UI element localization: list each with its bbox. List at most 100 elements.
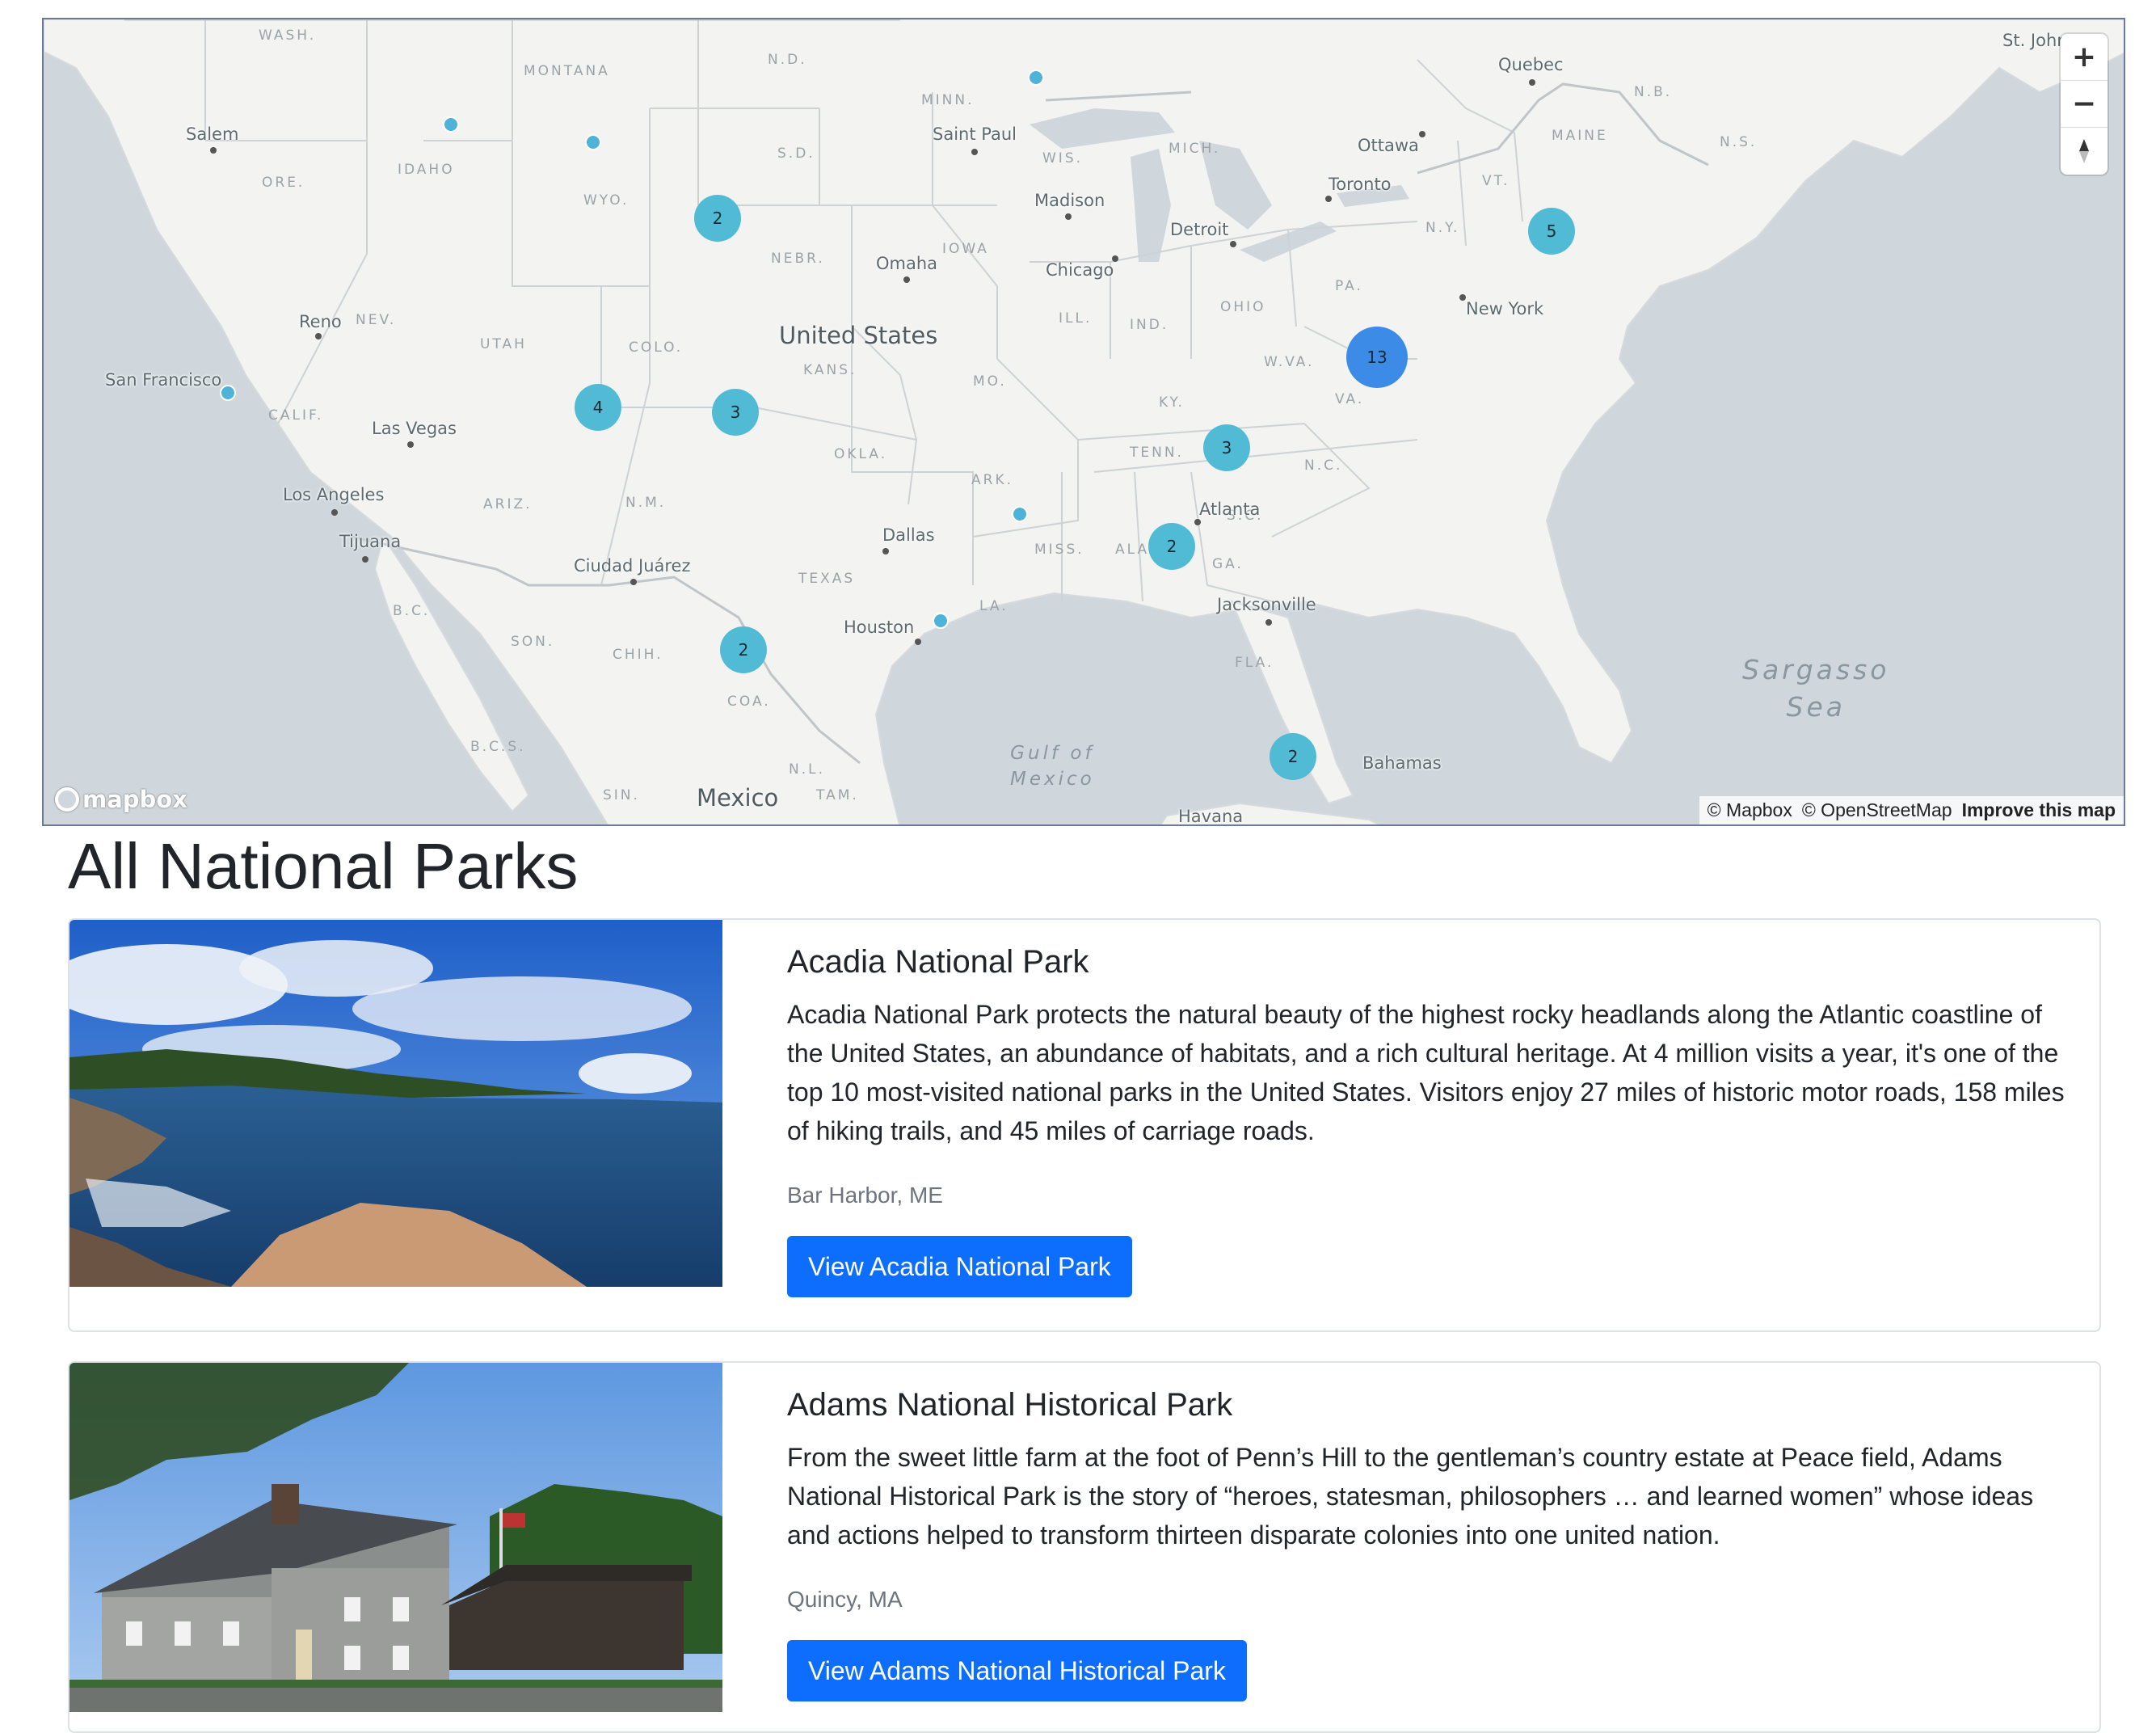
- park-pin[interactable]: [585, 134, 601, 150]
- view-park-button[interactable]: View Adams National Historical Park: [787, 1640, 1247, 1701]
- park-pin[interactable]: [1028, 70, 1044, 86]
- compass-button[interactable]: [2061, 128, 2108, 175]
- park-pin[interactable]: [1012, 506, 1028, 522]
- park-cluster[interactable]: 2: [1270, 733, 1316, 780]
- city-dot: [1265, 619, 1272, 626]
- state-label: NEBR.: [771, 251, 825, 267]
- state-label: NEV.: [356, 312, 397, 328]
- state-label: UTAH: [480, 336, 527, 352]
- city-dot: [630, 579, 637, 585]
- mapbox-logo-text: mapbox: [82, 786, 187, 813]
- state-label: VA.: [1335, 391, 1365, 407]
- park-cluster[interactable]: 5: [1528, 208, 1575, 255]
- state-label: TENN.: [1130, 445, 1184, 461]
- state-label: N.S.: [1720, 134, 1758, 150]
- park-cluster[interactable]: 3: [1203, 424, 1250, 471]
- park-title: Adams National Historical Park: [787, 1387, 1233, 1423]
- state-label: LA.: [979, 598, 1009, 614]
- parks-cluster-map[interactable]: WASH. MONTANA N.D. MINN. S.D. WIS. MICH.…: [42, 18, 2125, 826]
- park-description: Acadia National Park protects the natura…: [787, 1000, 2065, 1145]
- city-dot: [407, 441, 414, 448]
- city-label: Atlanta: [1199, 500, 1261, 519]
- mapbox-logo[interactable]: mapbox: [55, 786, 187, 813]
- city-dot: [1529, 79, 1535, 86]
- water-label: Gulf of Mexico: [1010, 743, 1095, 790]
- zoom-in-button[interactable]: +: [2061, 34, 2108, 81]
- park-card-body: Adams National Historical Park From the …: [787, 1387, 2075, 1701]
- city-dot: [331, 509, 338, 516]
- view-park-button[interactable]: View Acadia National Park: [787, 1236, 1132, 1297]
- city-dot: [882, 548, 889, 554]
- city-label: Madison: [1034, 191, 1105, 210]
- park-location: Quincy, MA: [787, 1587, 903, 1612]
- state-label: IOWA: [942, 241, 989, 257]
- state-label: WIS.: [1042, 150, 1084, 167]
- city-dot: [1325, 196, 1332, 202]
- park-title: Acadia National Park: [787, 944, 1089, 980]
- park-pin[interactable]: [933, 613, 949, 629]
- city-label: Quebec: [1498, 55, 1564, 74]
- improve-map-link[interactable]: Improve this map: [1962, 799, 2116, 821]
- city-label: Dallas: [882, 525, 935, 545]
- park-card: Acadia National Park Acadia National Par…: [68, 918, 2101, 1332]
- state-label: SON.: [511, 634, 555, 650]
- state-label: IDAHO: [398, 162, 455, 178]
- city-label: Havana: [1178, 807, 1244, 826]
- park-pin[interactable]: [443, 116, 459, 133]
- city-dot: [1065, 213, 1072, 220]
- park-pin[interactable]: [220, 385, 236, 401]
- state-label: TEXAS: [798, 571, 856, 587]
- city-dot: [1230, 241, 1236, 247]
- state-label: ORE.: [262, 175, 305, 191]
- city-label: St. John: [2002, 31, 2068, 50]
- state-label: OKLA.: [834, 446, 888, 462]
- state-label: MO.: [973, 373, 1007, 390]
- park-cluster[interactable]: 2: [720, 626, 767, 673]
- park-cluster[interactable]: 3: [712, 389, 759, 436]
- park-location: Bar Harbor, ME: [787, 1183, 943, 1208]
- city-dot: [903, 276, 910, 283]
- state-label: MISS.: [1034, 542, 1084, 558]
- city-label: Toronto: [1329, 175, 1392, 194]
- state-label: ARIZ.: [483, 496, 533, 512]
- park-image-adams: [69, 1363, 722, 1712]
- city-label: Omaha: [876, 254, 938, 273]
- park-cluster[interactable]: 13: [1346, 327, 1408, 388]
- state-label: MONTANA: [524, 63, 610, 79]
- state-label: WYO.: [583, 192, 630, 209]
- map-navigation-control: + −: [2061, 34, 2108, 175]
- park-cluster[interactable]: 2: [694, 195, 741, 242]
- state-label: COA.: [727, 694, 771, 710]
- park-cluster[interactable]: 4: [575, 384, 621, 431]
- state-label: TAM.: [816, 787, 859, 803]
- osm-attribution-link[interactable]: © OpenStreetMap: [1802, 799, 1952, 821]
- state-label: WASH.: [259, 27, 317, 44]
- state-label: PA.: [1335, 278, 1363, 294]
- state-label: KY.: [1159, 394, 1185, 411]
- state-label: W.VA.: [1264, 354, 1315, 370]
- city-label: Jacksonville: [1217, 595, 1316, 614]
- state-label: N.M.: [625, 495, 667, 511]
- state-label: COLO.: [629, 339, 684, 356]
- zoom-out-button[interactable]: −: [2061, 81, 2108, 128]
- city-label: Bahamas: [1362, 753, 1442, 773]
- state-label: N.Y.: [1425, 220, 1460, 236]
- state-label: CALIF.: [268, 407, 324, 424]
- park-card-body: Acadia National Park Acadia National Par…: [787, 944, 2075, 1297]
- city-dot: [1459, 294, 1466, 301]
- mapbox-attribution-link[interactable]: © Mapbox: [1708, 799, 1792, 821]
- park-card: Adams National Historical Park From the …: [68, 1361, 2101, 1733]
- city-dot: [971, 149, 978, 155]
- state-label: FLA.: [1235, 655, 1274, 671]
- state-label: VT.: [1482, 173, 1510, 189]
- page-title: All National Parks: [68, 830, 579, 902]
- state-label: ILL.: [1059, 310, 1093, 327]
- state-label: CHIH.: [613, 647, 663, 663]
- park-image-acadia: [69, 920, 722, 1287]
- state-label: N.D.: [768, 52, 807, 68]
- state-label: ARK.: [971, 472, 1013, 488]
- city-label: Saint Paul: [933, 124, 1017, 144]
- city-dot: [1112, 255, 1118, 262]
- park-cluster[interactable]: 2: [1148, 523, 1195, 570]
- city-dot: [362, 556, 368, 563]
